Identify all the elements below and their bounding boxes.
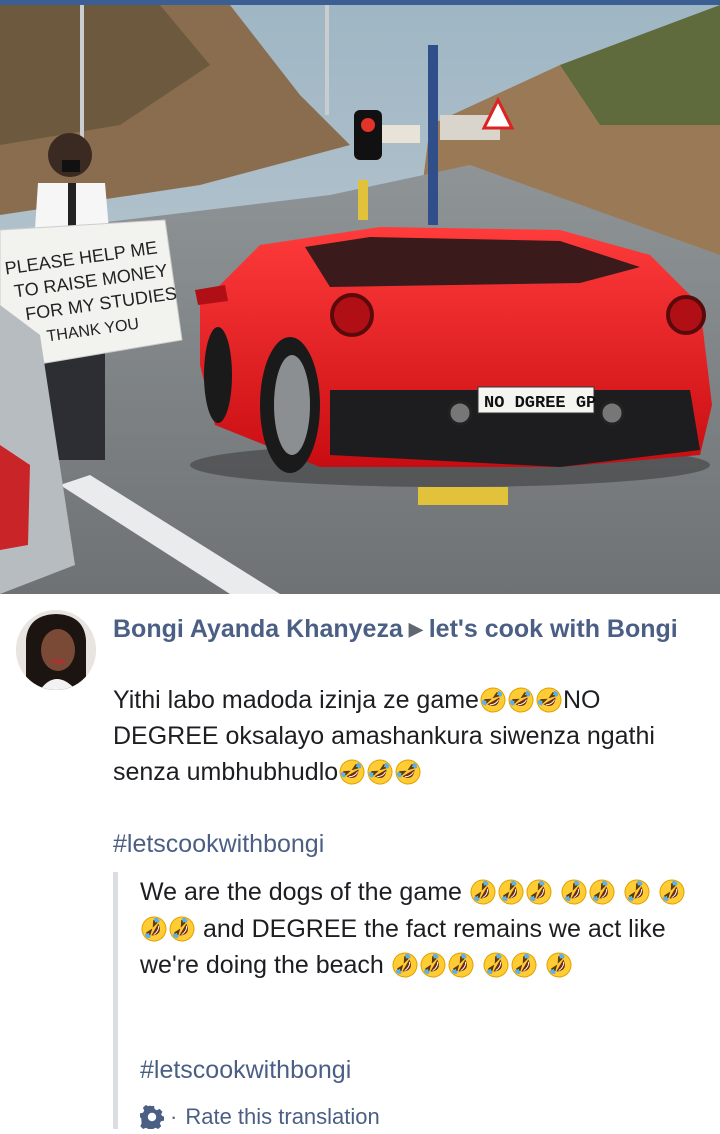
post-photo[interactable]: PLEASE HELP ME TO RAISE MONEY FOR MY STU… (0, 5, 720, 594)
hashtag-link[interactable]: #letscookwithbongi (113, 826, 324, 862)
author-avatar[interactable] (16, 610, 96, 690)
laughing-emoji-icon (480, 687, 506, 713)
laughing-emoji-icon (470, 879, 496, 905)
laughing-emoji-icon (395, 759, 421, 785)
laughing-emoji-icon (561, 879, 587, 905)
translation-block: We are the dogs of the game and DEGREE t… (113, 872, 718, 1129)
laughing-emoji-icon (141, 916, 167, 942)
translation-text: We are the dogs of the game and DEGREE t… (140, 874, 710, 984)
laughing-emoji-icon (511, 952, 537, 978)
laughing-emoji-icon (526, 879, 552, 905)
laughing-emoji-icon (498, 879, 524, 905)
laughing-emoji-icon (367, 759, 393, 785)
message-text-1: Yithi labo madoda izinja ze game (113, 686, 479, 714)
author-name[interactable]: Bongi Ayanda Khanyeza (113, 615, 403, 643)
laughing-emoji-icon (169, 916, 195, 942)
laughing-emoji-icon (420, 952, 446, 978)
laughing-emoji-icon (624, 879, 650, 905)
post-card: Bongi Ayanda Khanyeza ▶ let's cook with Bo… (0, 594, 720, 1129)
post-message: Yithi labo madoda izinja ze game NO DEGRE… (113, 682, 708, 790)
arrow-right-icon: ▶ (408, 619, 423, 639)
laughing-emoji-icon (589, 879, 615, 905)
laughing-emoji-icon (339, 759, 365, 785)
post-header: Bongi Ayanda Khanyeza ▶ let's cook with Bo… (113, 612, 703, 649)
laughing-emoji-icon (392, 952, 418, 978)
group-name[interactable]: let's cook with Bongi (429, 615, 678, 643)
laughing-emoji-icon (536, 687, 562, 713)
translation-hashtag-link[interactable]: #letscookwithbongi (140, 1052, 351, 1088)
svg-text:NO DGREE GP: NO DGREE GP (484, 394, 596, 413)
laughing-emoji-icon (483, 952, 509, 978)
laughing-emoji-icon (448, 952, 474, 978)
laughing-emoji-icon (659, 879, 685, 905)
laughing-emoji-icon (508, 687, 534, 713)
gear-icon (140, 1105, 164, 1129)
laughing-emoji-icon (546, 952, 572, 978)
translation-text-1: We are the dogs of the game (140, 878, 462, 906)
